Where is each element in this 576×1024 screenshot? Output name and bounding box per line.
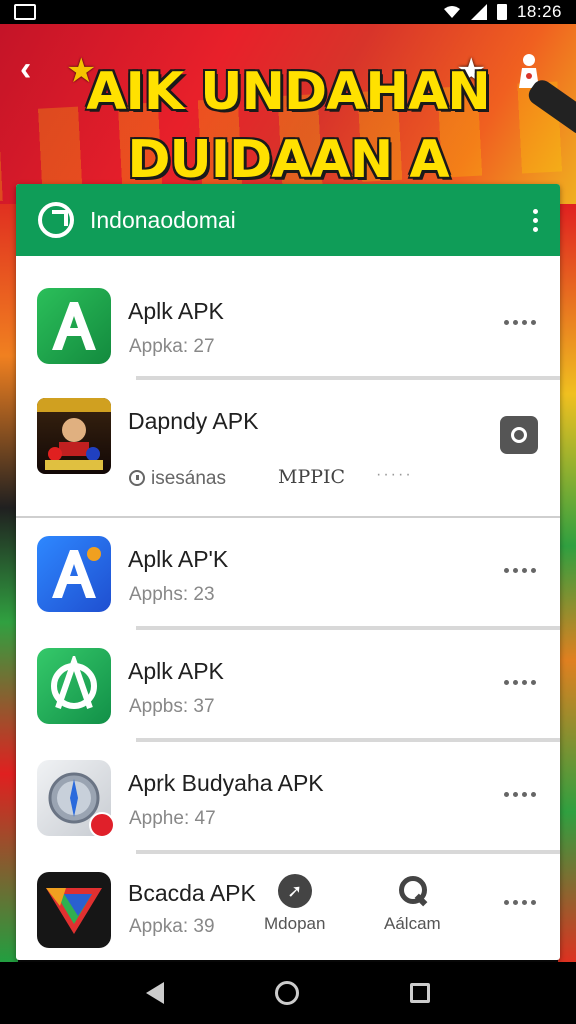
nav-recents-icon[interactable] [410,983,431,1003]
more-options-icon[interactable] [504,680,536,685]
share-label: Mdopan [264,914,326,933]
app-list: Aplk APK Appka: 27 Dapndy APK isesánas M… [16,256,560,960]
share-icon: ➚ [277,874,312,908]
list-item[interactable]: Aplk APK Appbs: 37 [16,630,560,742]
nav-home-icon[interactable] [274,981,299,1005]
camera-button[interactable] [500,416,538,454]
signal-icon [470,4,487,20]
green-compass-icon [37,648,111,724]
search-icon [397,874,428,904]
banner-title-line1: AIK UNDAHAN [86,62,490,122]
more-options-icon[interactable] [504,900,536,905]
search-label: Aálcam [384,914,441,933]
screenshot-icon [14,4,36,20]
list-item[interactable]: Aplk AP'K Apphs: 23 [16,518,560,630]
list-item[interactable]: Bcacda APK Appka: 39 ➚ Mdopan Aálcam [16,854,560,960]
battery-icon [496,4,507,20]
app-name: Bcacda APK [128,880,256,906]
safari-compass-icon [37,760,115,838]
list-item[interactable]: Aprk Budyaha APK Apphe: 47 [16,742,560,854]
game-poster-icon [37,398,111,474]
list-item[interactable]: Dapndy APK isesánas MPPIC ····· [16,380,560,518]
status-bar: 18:26 [0,0,576,24]
app-name: Aplk APK [128,298,224,324]
promo-banner: ‹ ★ ★ AIK UNDAHAN DUIDAAN A NDOMIESIA [0,24,576,204]
wifi-icon [443,6,460,18]
app-name: Aplk AP'K [128,546,229,572]
share-button[interactable]: ➚ Mdopan [264,874,325,934]
more-options-icon[interactable] [504,568,536,573]
clock-icon [129,470,145,486]
side-decoration-right [558,204,576,964]
navigation-bar [0,962,576,1024]
green-a-icon [37,288,111,364]
app-name: Dapndy APK [128,408,259,434]
more-options-icon[interactable] [504,320,536,325]
app-list-card: Indonaodomai Aplk APK Appka: 27 Dapndy A… [16,184,560,960]
search-button[interactable]: Aálcam [384,874,441,934]
app-logo-icon [38,202,74,238]
prism-triangle-icon [37,872,111,948]
card-header: Indonaodomai [16,184,560,256]
badge-icon [89,812,115,838]
app-subtitle: Appbs: 37 [129,696,215,717]
app-name: Aplk APK [128,658,224,684]
dots-label: ····· [376,466,413,483]
header-title: Indonaodomai [90,206,236,233]
list-item[interactable]: Aplk APK Appka: 27 [16,256,560,380]
app-subtitle: Appka: 39 [129,916,215,937]
app-subtitle: isesánas [129,468,226,490]
blue-a-icon [37,536,111,612]
app-name: Aprk Budyaha APK [128,770,324,796]
app-subtitle: Apphe: 47 [129,808,216,829]
app-subtitle: Appka: 27 [129,336,215,357]
app-subtitle: Apphs: 23 [129,584,215,605]
overflow-menu-icon[interactable] [528,208,542,232]
status-time: 18:26 [516,2,562,21]
status-icons: 18:26 [443,2,562,22]
nav-back-icon[interactable] [145,982,164,1004]
app-tag: MPPIC [278,466,346,488]
more-options-icon[interactable] [504,792,536,797]
